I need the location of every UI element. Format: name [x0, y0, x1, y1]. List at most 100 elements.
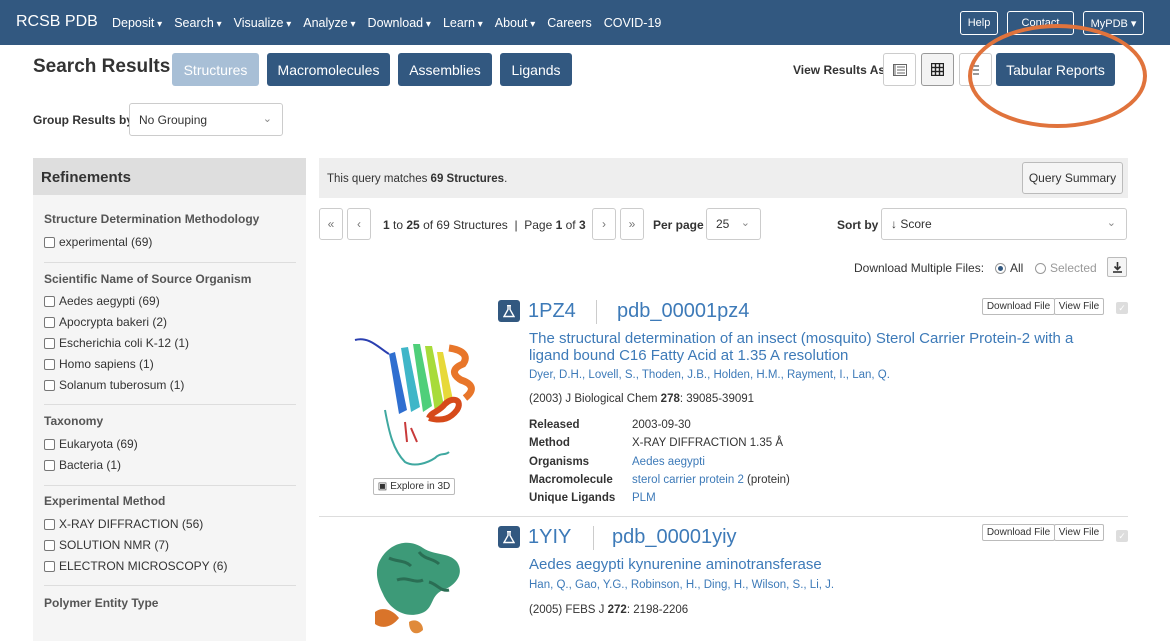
brand-logo[interactable]: RCSB PDB: [16, 13, 98, 31]
tab-assemblies[interactable]: Assemblies: [398, 53, 492, 86]
entry-pdb-id[interactable]: pdb_00001yiy: [612, 526, 737, 549]
radio-selected-icon[interactable]: [995, 262, 1006, 274]
radio-icon[interactable]: [1035, 262, 1046, 274]
refine-checkbox[interactable]: Aedes aegypti (69): [44, 294, 160, 308]
prev-page-button[interactable]: ‹: [347, 208, 371, 240]
protein-structure-image[interactable]: [349, 318, 489, 478]
radio-label: Selected: [1050, 261, 1097, 275]
menu-about[interactable]: About: [495, 16, 535, 30]
refine-checkbox[interactable]: Eukaryota (69): [44, 437, 138, 451]
download-file-button[interactable]: Download File: [982, 298, 1055, 315]
refine-checkbox[interactable]: X-RAY DIFFRACTION (56): [44, 517, 203, 531]
group-results-select[interactable]: No Grouping ⌄: [129, 103, 283, 136]
menu-deposit[interactable]: Deposit: [112, 16, 162, 30]
refine-checkbox[interactable]: Bacteria (1): [44, 458, 121, 472]
entry-title-link[interactable]: The structural determination of an insec…: [529, 330, 1109, 364]
ligand-link[interactable]: PLM: [632, 492, 656, 504]
menu-download[interactable]: Download: [368, 16, 431, 30]
view-compact-button[interactable]: [959, 53, 992, 86]
refine-checkbox[interactable]: ELECTRON MICROSCOPY (6): [44, 559, 227, 573]
per-page-select[interactable]: 25 ⌄: [706, 208, 761, 240]
checkbox-icon[interactable]: [44, 379, 55, 391]
view-summary-button[interactable]: [883, 53, 916, 86]
entry-pdb-id[interactable]: pdb_00001pz4: [617, 300, 749, 323]
explore-3d-button[interactable]: ▣ Explore in 3D: [373, 478, 455, 495]
checkbox-icon[interactable]: [44, 459, 55, 471]
field-value: X-RAY DIFFRACTION 1.35 Å: [632, 437, 784, 449]
macromolecule-link[interactable]: sterol carrier protein 2: [632, 474, 744, 486]
checkbox-icon[interactable]: [44, 295, 55, 307]
entry-citation: (2003) J Biological Chem 278: 39085-3909…: [529, 393, 755, 405]
field-label: Organisms: [529, 456, 590, 468]
menu-search[interactable]: Search: [174, 16, 221, 30]
compact-list-icon: [972, 65, 979, 74]
refine-checkbox[interactable]: Escherichia coli K-12 (1): [44, 336, 189, 350]
main-menu: Deposit Search Visualize Analyze Downloa…: [112, 16, 661, 30]
refine-checkbox[interactable]: Apocrypta bakeri (2): [44, 315, 167, 329]
refine-checkbox[interactable]: SOLUTION NMR (7): [44, 538, 169, 552]
view-file-button[interactable]: View File: [1054, 524, 1104, 541]
help-button[interactable]: Help: [960, 11, 998, 35]
download-selected-radio[interactable]: Selected: [1035, 261, 1097, 275]
grid-icon: [931, 63, 944, 76]
query-summary-button[interactable]: Query Summary: [1022, 162, 1123, 194]
contact-button[interactable]: Contact: [1007, 11, 1074, 35]
entry-title-link[interactable]: Aedes aegypti kynurenine aminotransferas…: [529, 556, 1109, 573]
menu-learn[interactable]: Learn: [443, 16, 483, 30]
menu-covid[interactable]: COVID-19: [604, 16, 662, 30]
checkbox-icon[interactable]: [44, 316, 55, 328]
select-checkbox[interactable]: ✓: [1116, 530, 1128, 542]
next-page-button[interactable]: ›: [592, 208, 616, 240]
checkbox-icon[interactable]: [44, 438, 55, 450]
checkbox-icon[interactable]: [44, 236, 55, 248]
entry-citation: (2005) FEBS J 272: 2198-2206: [529, 604, 689, 616]
top-navbar: RCSB PDB Deposit Search Visualize Analyz…: [0, 0, 1170, 45]
organism-link[interactable]: Aedes aegypti: [632, 456, 705, 468]
download-all-radio[interactable]: All: [995, 261, 1023, 275]
field-label: Unique Ligands: [529, 492, 616, 504]
tab-ligands[interactable]: Ligands: [500, 53, 572, 86]
refine-checkbox[interactable]: experimental (69): [44, 235, 152, 249]
refine-label: ELECTRON MICROSCOPY (6): [59, 559, 228, 573]
tabular-reports-button[interactable]: Tabular Reports: [996, 53, 1115, 86]
checkbox-icon[interactable]: [44, 560, 55, 572]
mypdb-button[interactable]: MyPDB ▾: [1083, 11, 1144, 35]
chevron-right-icon: ›: [602, 217, 606, 231]
refine-label: Apocrypta bakeri (2): [59, 315, 168, 329]
refine-checkbox[interactable]: Homo sapiens (1): [44, 357, 154, 371]
checkbox-icon[interactable]: [44, 539, 55, 551]
protein-structure-image[interactable]: [369, 532, 469, 641]
checkbox-icon[interactable]: [44, 518, 55, 530]
entry-authors[interactable]: Dyer, D.H., Lovell, S., Thoden, J.B., Ho…: [529, 369, 890, 381]
checkbox-icon[interactable]: [44, 337, 55, 349]
menu-analyze[interactable]: Analyze: [303, 16, 355, 30]
query-bar: This query matches 69 Structures. Query …: [319, 158, 1128, 198]
radio-label: All: [1010, 261, 1024, 275]
refine-group-title: Taxonomy: [44, 414, 104, 428]
field-label: Method: [529, 437, 570, 449]
per-page-label: Per page: [653, 218, 704, 232]
chevron-left-icon: ‹: [357, 217, 361, 231]
select-checkbox[interactable]: ✓: [1116, 302, 1128, 314]
download-file-button[interactable]: Download File: [982, 524, 1055, 541]
refine-checkbox[interactable]: Solanum tuberosum (1): [44, 378, 184, 392]
tab-macromolecules[interactable]: Macromolecules: [267, 53, 390, 86]
download-button[interactable]: [1107, 257, 1127, 277]
entry-authors[interactable]: Han, Q., Gao, Y.G., Robinson, H., Ding, …: [529, 579, 834, 591]
field-value: Aedes aegypti: [632, 456, 705, 468]
download-icon: [1112, 261, 1122, 273]
last-page-button[interactable]: »: [620, 208, 644, 240]
view-gallery-button[interactable]: [921, 53, 954, 86]
entry-id-link[interactable]: 1PZ4: [528, 300, 576, 323]
entry-id-link[interactable]: 1YIY: [528, 526, 571, 549]
tab-structures[interactable]: Structures: [172, 53, 259, 86]
sort-by-select[interactable]: ↓ Score ⌄: [881, 208, 1127, 240]
menu-visualize[interactable]: Visualize: [234, 16, 292, 30]
group-results-value: No Grouping: [139, 112, 208, 127]
view-file-button[interactable]: View File: [1054, 298, 1104, 315]
per-page-value: 25: [716, 217, 730, 231]
menu-careers[interactable]: Careers: [547, 16, 591, 30]
refine-label: X-RAY DIFFRACTION (56): [59, 517, 204, 531]
checkbox-icon[interactable]: [44, 358, 55, 370]
first-page-button[interactable]: «: [319, 208, 343, 240]
